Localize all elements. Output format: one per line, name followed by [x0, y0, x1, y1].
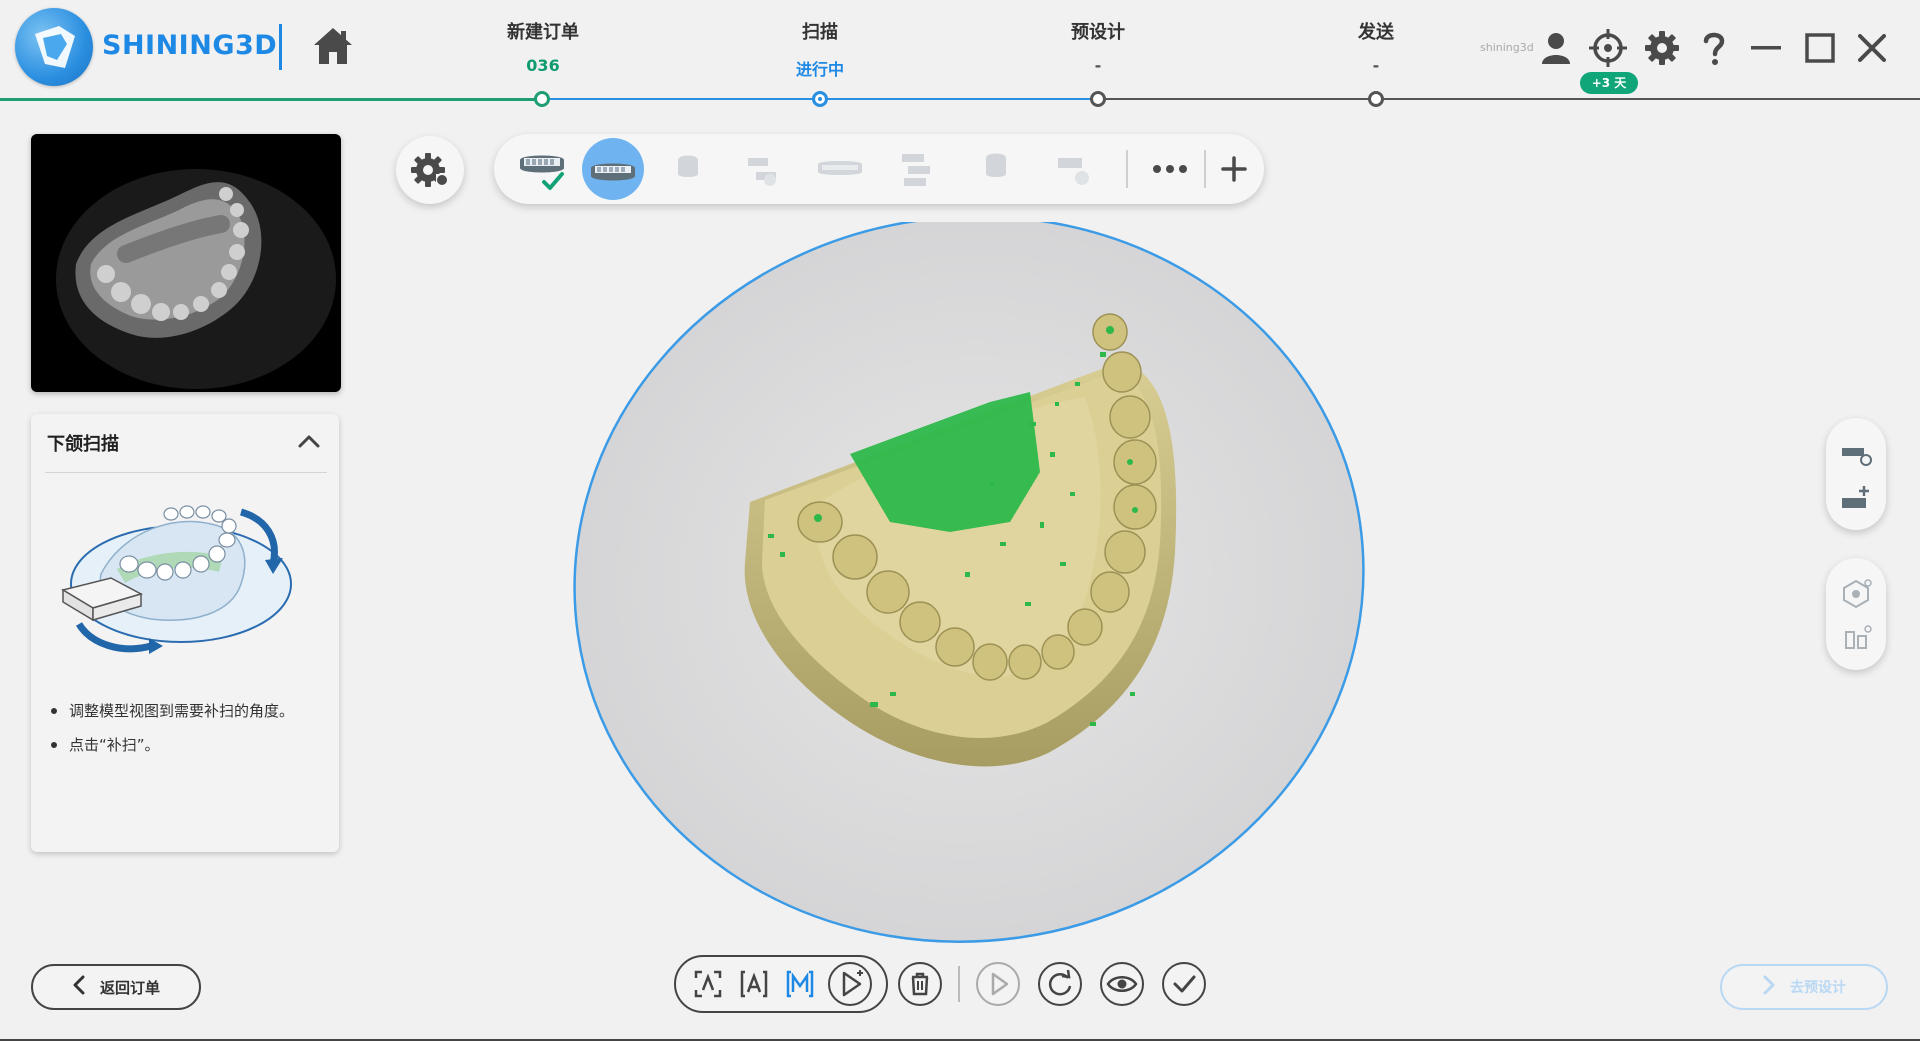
bite-icon[interactable] — [734, 144, 790, 194]
shining3d-logo — [15, 8, 93, 86]
toolbar-separator — [1126, 150, 1128, 188]
lower-jaw-scan-illustration — [51, 494, 301, 664]
auto-mode-icon[interactable] — [732, 962, 776, 1006]
occlusion-icon[interactable] — [890, 144, 946, 194]
chevron-up-icon[interactable] — [297, 430, 321, 454]
bottom-toolbar-separator — [958, 966, 960, 1002]
username: shining3d — [1480, 41, 1534, 54]
guide-title: 下颌扫描 — [47, 434, 119, 455]
maximize-icon[interactable] — [1800, 28, 1840, 68]
order-number: 036 — [526, 56, 560, 75]
top-bar: SHINING3D 新建订单 036 扫描 进行中 预设计 - 发送 - shi… — [0, 0, 1920, 107]
logo-text: SHINING3D — [102, 30, 278, 61]
guide-tips: 调整模型视图到需要补扫的角度。 点击“补扫”。 — [49, 700, 294, 768]
close-icon[interactable] — [1852, 28, 1892, 68]
step-node-scan — [812, 91, 828, 107]
upper-jaw-done-icon[interactable] — [514, 144, 570, 194]
target-icon[interactable] — [1588, 28, 1628, 68]
step-label: 预设计 — [1071, 22, 1125, 43]
manual-mode-icon[interactable] — [778, 962, 822, 1006]
view-icon[interactable] — [1100, 962, 1144, 1006]
pre-op-lower-icon[interactable] — [812, 144, 868, 194]
step-status: - — [1094, 56, 1102, 75]
trim-tool-icon[interactable] — [1840, 438, 1872, 470]
step-status: 进行中 — [795, 60, 844, 79]
delete-icon[interactable] — [898, 962, 942, 1006]
guide-divider — [45, 472, 327, 473]
camera-preview — [31, 134, 341, 392]
step-pre-design[interactable]: 预设计 - — [998, 18, 1198, 75]
start-scan-icon[interactable] — [828, 962, 872, 1006]
step-node-pre-design — [1090, 91, 1106, 107]
step-scan[interactable]: 扫描 进行中 — [720, 18, 920, 80]
step-label: 扫描 — [802, 22, 838, 43]
scan-mode-group — [674, 955, 888, 1013]
refresh-icon[interactable] — [1038, 962, 1082, 1006]
add-icon[interactable] — [1206, 144, 1262, 194]
user-icon[interactable] — [1536, 28, 1576, 68]
step-node-new-order — [534, 91, 550, 107]
back-to-order-label: 返回订单 — [99, 978, 160, 997]
scan-settings-icon — [411, 153, 448, 187]
play-icon[interactable] — [976, 962, 1020, 1006]
license-days-badge: +3 天 — [1580, 72, 1638, 94]
3d-scan-viewport[interactable] — [570, 215, 1370, 958]
guide-tip: 调整模型视图到需要补扫的角度。 — [49, 700, 294, 721]
logo-divider — [279, 24, 282, 70]
chevron-right-icon — [1762, 975, 1776, 999]
help-icon[interactable] — [1694, 28, 1734, 68]
progress-pending — [1098, 98, 1920, 100]
edit-tool-group — [1826, 418, 1886, 530]
upper-abutment-icon[interactable] — [968, 144, 1024, 194]
lower-jaw-icon[interactable] — [582, 138, 644, 200]
region-tool-group — [1826, 558, 1886, 670]
lock-region-icon[interactable] — [1840, 578, 1872, 610]
settings-icon[interactable] — [1642, 28, 1682, 68]
auto-scan-icon[interactable] — [686, 962, 730, 1006]
pre-op-upper-icon[interactable] — [660, 144, 716, 194]
auto-trim-icon[interactable] — [1840, 624, 1872, 656]
progress-done — [0, 98, 542, 101]
guide-panel: 下颌扫描 调整模型视图到需要补扫的角度。 点击“补扫”。 — [31, 414, 339, 852]
step-status: - — [1372, 56, 1380, 75]
go-pre-design-button[interactable]: 去预设计 — [1720, 964, 1888, 1010]
step-label: 发送 — [1358, 22, 1394, 43]
scan-item-toolbar — [494, 134, 1264, 204]
lower-abutment-icon[interactable] — [1046, 144, 1102, 194]
add-tool-icon[interactable] — [1840, 484, 1872, 516]
confirm-icon[interactable] — [1162, 962, 1206, 1006]
step-label: 新建订单 — [507, 22, 579, 43]
back-to-order-button[interactable]: 返回订单 — [31, 964, 201, 1010]
chevron-left-icon — [72, 975, 86, 999]
home-icon[interactable] — [312, 26, 354, 66]
guide-tip: 点击“补扫”。 — [49, 734, 294, 755]
step-node-send — [1368, 91, 1384, 107]
more-icon[interactable] — [1142, 144, 1198, 194]
scan-settings-button[interactable] — [396, 136, 464, 204]
step-new-order[interactable]: 新建订单 036 — [443, 18, 643, 75]
step-send[interactable]: 发送 - — [1276, 18, 1476, 75]
go-pre-design-label: 去预设计 — [1790, 980, 1846, 996]
minimize-icon[interactable] — [1746, 28, 1786, 68]
